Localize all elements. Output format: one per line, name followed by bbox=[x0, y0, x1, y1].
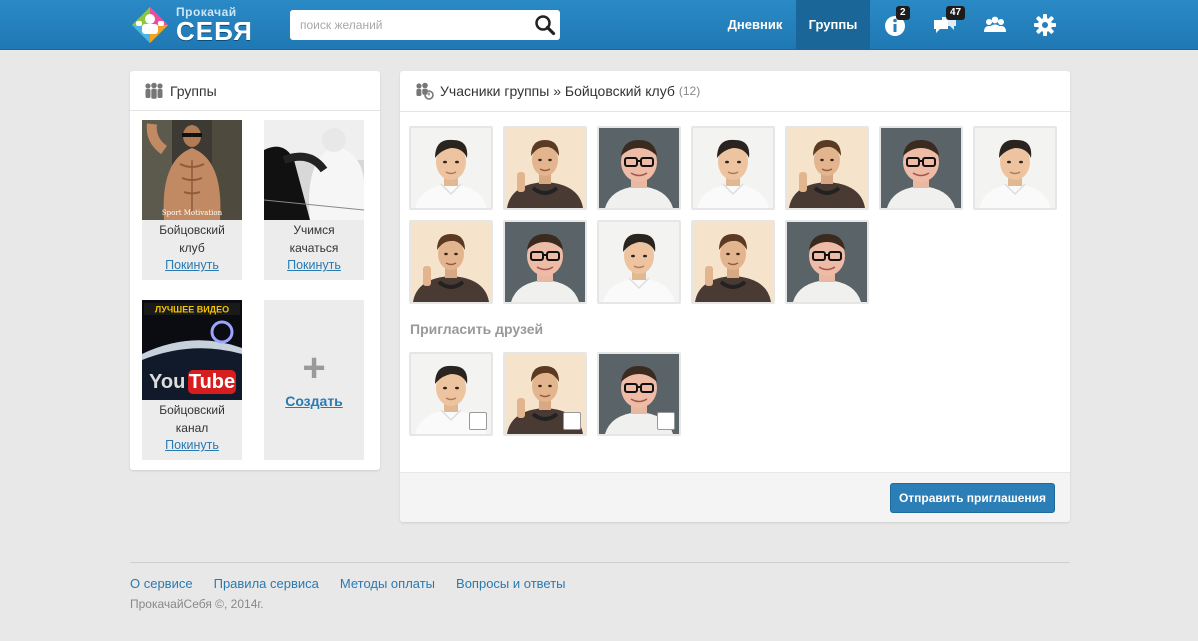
member-avatar[interactable] bbox=[409, 126, 493, 210]
invite-checkbox[interactable] bbox=[563, 412, 581, 430]
member-avatar[interactable] bbox=[409, 220, 493, 304]
member-avatar[interactable] bbox=[785, 220, 869, 304]
member-photo bbox=[411, 222, 491, 302]
member-avatar[interactable] bbox=[785, 126, 869, 210]
messages-button[interactable]: 47 bbox=[932, 6, 966, 38]
groups-panel-header: Группы bbox=[130, 71, 380, 111]
nav-diary[interactable]: Дневник bbox=[716, 0, 794, 50]
members-panel-header: Учасники группы » Бойцовский клуб (12) bbox=[400, 71, 1070, 112]
groups-panel: Группы Sport Motivation Бойцовский клуб … bbox=[130, 71, 380, 470]
group-card-fight-club: Sport Motivation Бойцовский клуб Покинут… bbox=[142, 120, 242, 280]
invite-checkbox[interactable] bbox=[469, 412, 487, 430]
logo-mark-icon bbox=[130, 5, 170, 45]
invite-friend-avatar[interactable] bbox=[409, 352, 493, 436]
friends-button[interactable] bbox=[982, 12, 1008, 38]
footer-link-faq[interactable]: Вопросы и ответы bbox=[456, 576, 565, 591]
member-photo bbox=[599, 222, 679, 302]
member-avatar[interactable] bbox=[503, 220, 587, 304]
groups-panel-title: Группы bbox=[170, 82, 217, 99]
copyright: ПрокачайСебя ©, 2014г. bbox=[130, 597, 264, 611]
member-photo bbox=[693, 128, 773, 208]
group-image-fight-club[interactable]: Sport Motivation bbox=[142, 120, 242, 220]
invite-friends-title: Пригласить друзей bbox=[410, 321, 544, 337]
messages-badge: 47 bbox=[946, 6, 966, 20]
group-name: Учимся качаться bbox=[289, 223, 339, 255]
search-icon[interactable] bbox=[534, 14, 556, 36]
group-image-learn-to-train[interactable] bbox=[264, 120, 364, 220]
plus-icon: + bbox=[302, 346, 326, 390]
group-card-fight-channel: ЛУЧШЕЕ ВИДЕО You Tube Бойцовский канал П… bbox=[142, 300, 242, 460]
group-name: Бойцовский клуб bbox=[159, 223, 225, 255]
group-image-banner: ЛУЧШЕЕ ВИДЕО bbox=[155, 305, 229, 315]
footer-links: О сервисе Правила сервиса Методы оплаты … bbox=[130, 576, 566, 591]
invite-friend-avatar[interactable] bbox=[503, 352, 587, 436]
members-panel-footer: Отправить приглашения bbox=[400, 472, 1070, 522]
notifications-badge: 2 bbox=[896, 6, 910, 20]
send-invitations-button[interactable]: Отправить приглашения bbox=[890, 483, 1055, 513]
group-members-icon bbox=[416, 82, 434, 100]
group-image-fight-channel[interactable]: ЛУЧШЕЕ ВИДЕО You Tube bbox=[142, 300, 242, 400]
members-count: (12) bbox=[678, 84, 701, 98]
people-icon bbox=[144, 82, 164, 100]
group-card-learn-to-train: Учимся качаться Покинуть bbox=[264, 120, 364, 280]
footer-link-payment[interactable]: Методы оплаты bbox=[340, 576, 435, 591]
youtube-logo-tube: Tube bbox=[189, 371, 235, 393]
leave-group-link[interactable]: Покинуть bbox=[142, 438, 242, 452]
logo-text-big: СЕБЯ bbox=[176, 16, 253, 46]
member-avatar[interactable] bbox=[879, 126, 963, 210]
member-photo bbox=[505, 222, 585, 302]
member-photo bbox=[787, 222, 867, 302]
member-photo bbox=[693, 222, 773, 302]
friends-icon bbox=[984, 16, 1006, 32]
member-avatar[interactable] bbox=[691, 220, 775, 304]
member-avatar[interactable] bbox=[597, 126, 681, 210]
member-avatar[interactable] bbox=[597, 220, 681, 304]
member-photo bbox=[881, 128, 961, 208]
search-input[interactable] bbox=[290, 10, 520, 40]
nav-groups[interactable]: Группы bbox=[796, 0, 870, 50]
group-image-caption: Sport Motivation bbox=[162, 209, 223, 217]
footer-link-about[interactable]: О сервисе bbox=[130, 576, 193, 591]
leave-group-link[interactable]: Покинуть bbox=[142, 258, 242, 272]
settings-button[interactable] bbox=[1032, 12, 1058, 38]
footer-divider bbox=[130, 562, 1070, 563]
top-navigation-bar: Прокачай СЕБЯ Дневник Группы 2 47 bbox=[0, 0, 1198, 50]
invite-checkbox[interactable] bbox=[657, 412, 675, 430]
search-box bbox=[290, 10, 560, 40]
member-photo bbox=[975, 128, 1055, 208]
member-photo bbox=[599, 128, 679, 208]
notifications-button[interactable]: 2 bbox=[882, 6, 910, 38]
create-group-card[interactable]: + Создать bbox=[264, 300, 364, 460]
member-photo bbox=[787, 128, 867, 208]
group-name: Бойцовский канал bbox=[159, 403, 225, 435]
member-avatar[interactable] bbox=[503, 126, 587, 210]
footer-link-rules[interactable]: Правила сервиса bbox=[214, 576, 319, 591]
member-avatar[interactable] bbox=[691, 126, 775, 210]
leave-group-link[interactable]: Покинуть bbox=[264, 258, 364, 272]
member-photo bbox=[411, 128, 491, 208]
members-panel: Учасники группы » Бойцовский клуб (12) П… bbox=[400, 71, 1070, 522]
members-panel-title: Учасники группы » Бойцовский клуб bbox=[440, 83, 675, 99]
create-group-link[interactable]: Создать bbox=[285, 393, 343, 409]
gear-icon bbox=[1034, 14, 1056, 36]
member-photo bbox=[505, 128, 585, 208]
member-avatar[interactable] bbox=[973, 126, 1057, 210]
invite-friend-avatar[interactable] bbox=[597, 352, 681, 436]
youtube-logo-you: You bbox=[149, 371, 185, 393]
site-logo[interactable]: Прокачай СЕБЯ bbox=[130, 3, 270, 47]
